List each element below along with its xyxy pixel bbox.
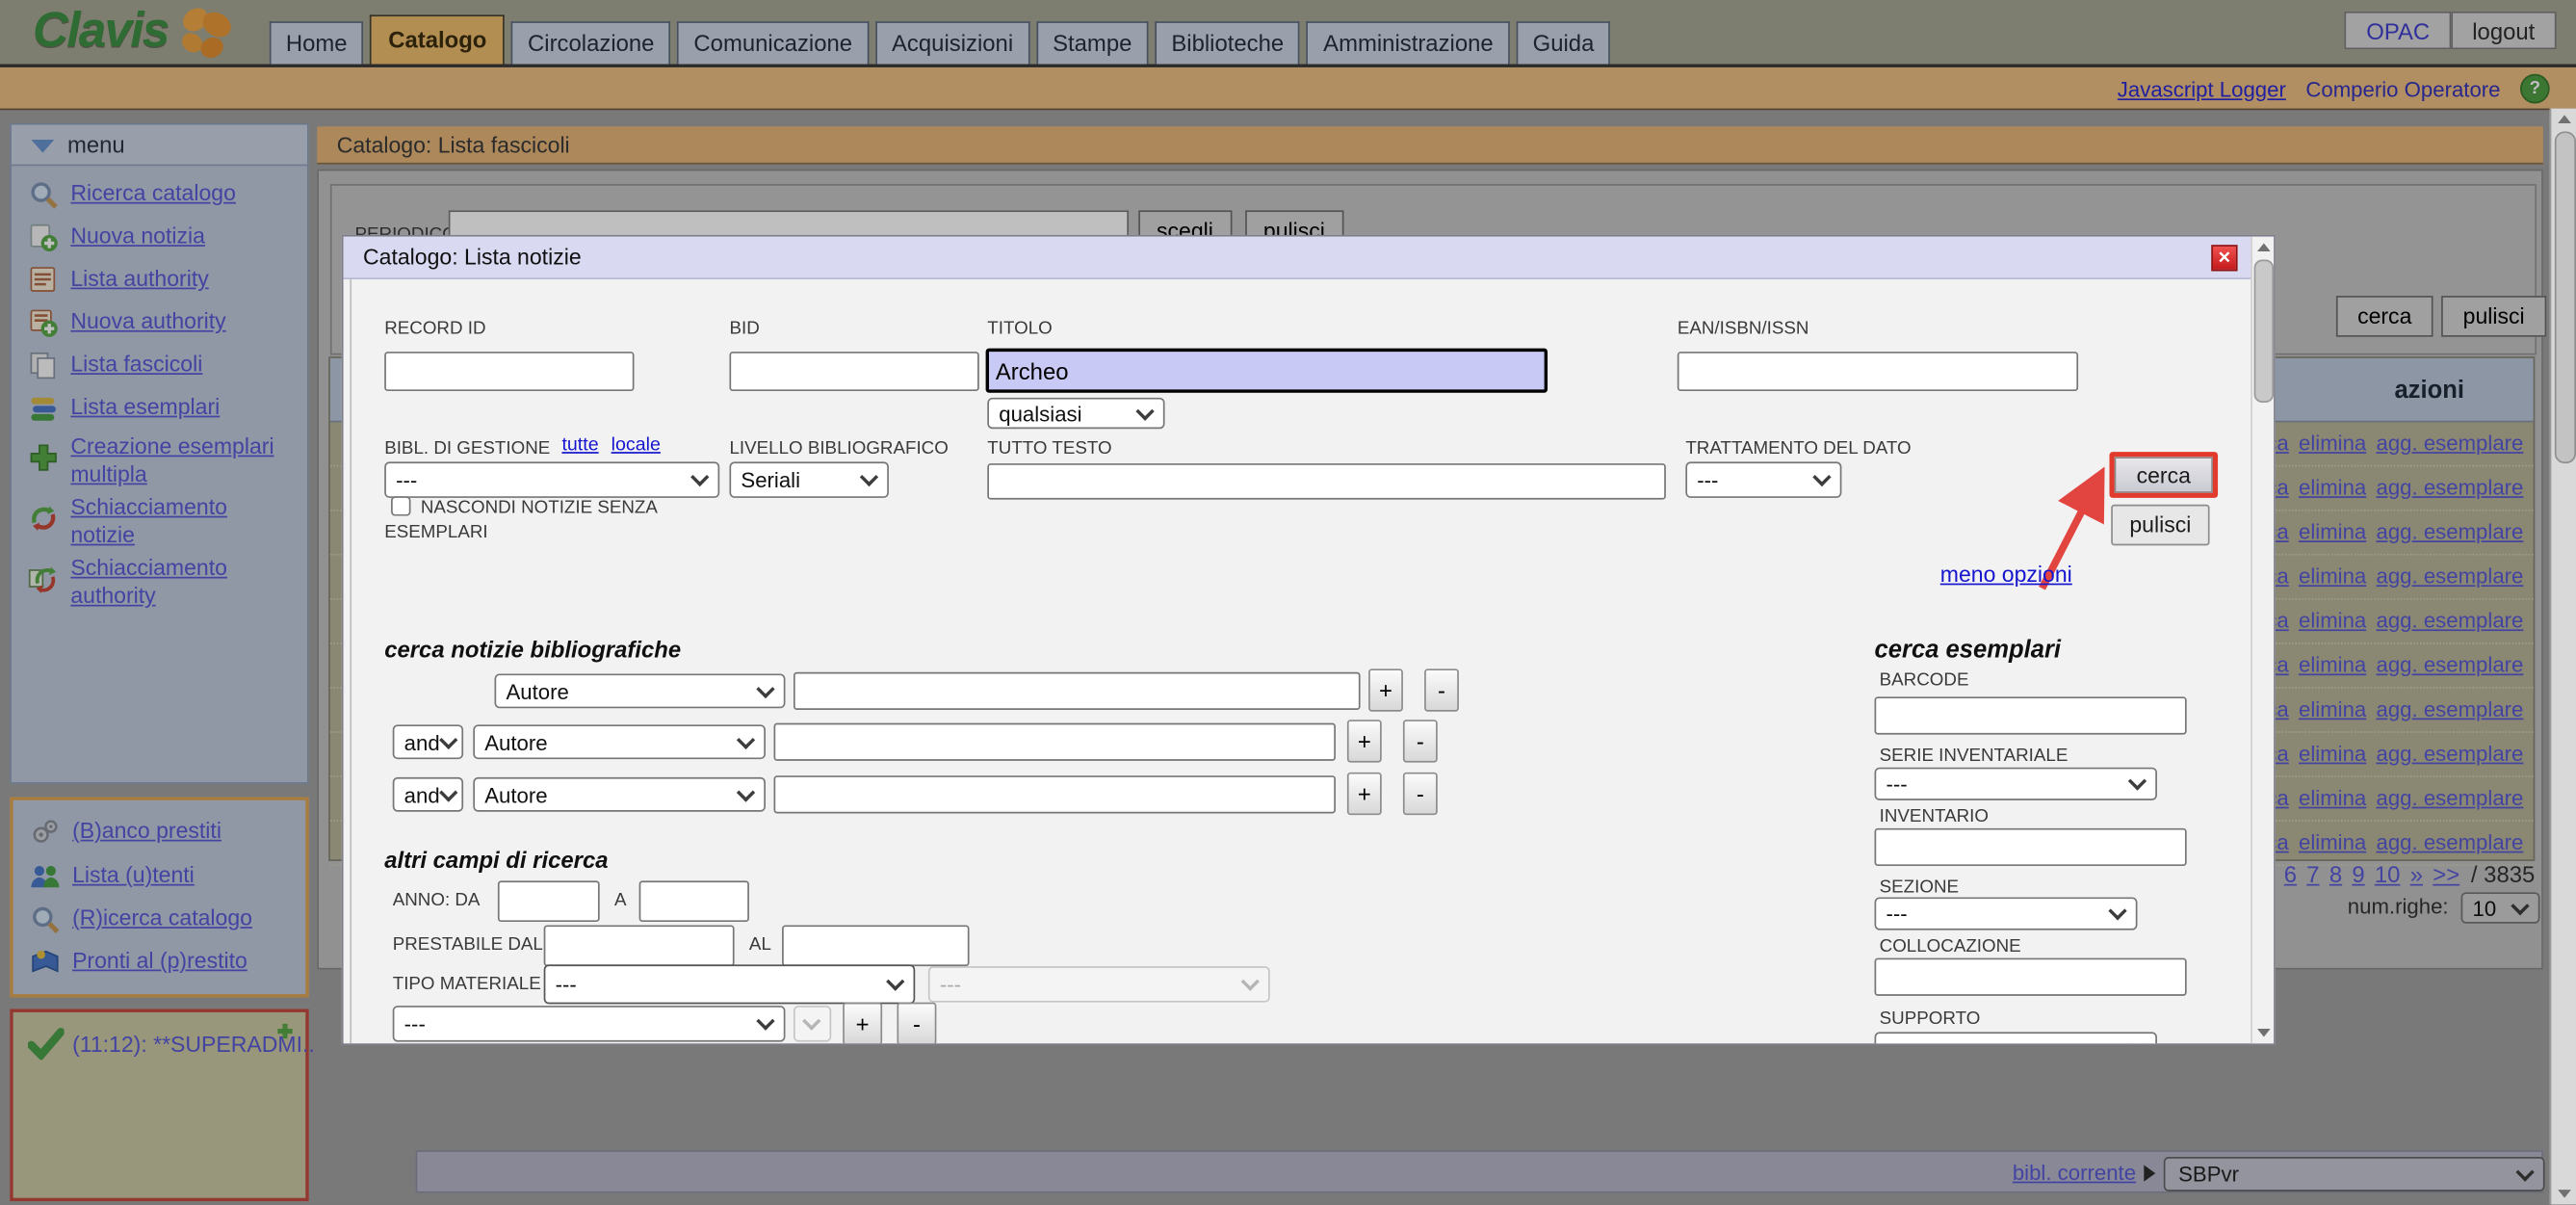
tutte-link[interactable]: tutte <box>561 435 598 455</box>
barcode-input[interactable] <box>1875 696 2187 734</box>
remove-row-button[interactable]: - <box>897 1003 936 1045</box>
tipo-materiale-label: TIPO MATERIALE <box>393 975 541 994</box>
chevron-down-icon <box>737 730 755 748</box>
collocazione-input[interactable] <box>1875 958 2187 996</box>
dialog-title: Catalogo: Lista notizie <box>363 245 582 270</box>
remove-row-button[interactable]: - <box>1424 668 1459 711</box>
campo-input[interactable] <box>774 775 1336 813</box>
chevron-down-icon <box>756 1011 774 1030</box>
bid-input[interactable] <box>729 352 978 391</box>
bibl-gestione-select[interactable]: --- <box>384 461 719 498</box>
section-notizie-heading: cerca notizie bibliografiche <box>384 636 681 662</box>
record-id-input[interactable] <box>384 352 634 391</box>
lista-notizie-dialog: Catalogo: Lista notizie ✕ RECORD ID BID … <box>342 235 2276 1045</box>
chevron-down-icon <box>1812 468 1831 486</box>
tutto-testo-input[interactable] <box>987 463 1666 500</box>
livello-label: LIVELLO BIBLIOGRAFICO <box>729 438 948 458</box>
chevron-down-icon <box>2128 772 2147 790</box>
tipo-materiale-sub-select: --- <box>928 966 1270 1003</box>
anno-a-input[interactable] <box>639 880 749 922</box>
collocazione-label: COLLOCAZIONE <box>1880 936 2021 956</box>
campo-select[interactable]: Autore <box>473 777 766 812</box>
inventario-label: INVENTARIO <box>1880 807 1989 826</box>
dialog-titlebar[interactable]: Catalogo: Lista notizie <box>344 237 2275 279</box>
sezione-select[interactable]: --- <box>1875 897 2138 930</box>
supporto-select[interactable]: --- <box>1875 1032 2157 1045</box>
chevron-down-icon <box>886 973 904 991</box>
barcode-label: BARCODE <box>1880 670 1969 690</box>
serie-inventariale-label: SERIE INVENTARIALE <box>1880 747 2069 766</box>
dialog-vertical-scrollbar[interactable] <box>2251 237 2274 1044</box>
operator-select[interactable]: and <box>393 724 463 759</box>
section-altri-heading: altri campi di ricerca <box>384 847 608 873</box>
scrollbar-thumb[interactable] <box>2555 131 2576 463</box>
scroll-up-icon[interactable] <box>2257 243 2271 251</box>
titolo-input[interactable] <box>986 349 1548 393</box>
campo-select[interactable]: Autore <box>495 673 786 708</box>
locale-link[interactable]: locale <box>611 435 661 455</box>
prestabile-al-label: AL <box>749 935 771 955</box>
add-row-button[interactable]: + <box>1347 773 1382 815</box>
campo-select[interactable]: Autore <box>473 724 766 759</box>
chevron-down-icon <box>737 782 755 800</box>
titolo-match-select[interactable]: qualsiasi <box>987 398 1164 429</box>
meno-opzioni-link[interactable]: meno opzioni <box>1940 562 2072 587</box>
nascondi-label: NASCONDI NOTIZIE SENZA ESEMPLARI <box>384 498 657 542</box>
chevron-down-icon <box>439 782 457 800</box>
chevron-down-icon <box>756 679 774 697</box>
anno-da-input[interactable] <box>498 880 600 922</box>
inventario-input[interactable] <box>1875 828 2187 866</box>
prestabile-al-input[interactable] <box>782 925 969 966</box>
tutto-testo-label: TUTTO TESTO <box>987 438 1111 458</box>
chevron-down-icon <box>439 730 457 748</box>
page-vertical-scrollbar[interactable] <box>2550 109 2576 1205</box>
ean-input[interactable] <box>1678 352 2078 391</box>
campo-input[interactable] <box>794 672 1361 710</box>
chevron-down-icon <box>802 1011 820 1030</box>
scroll-down-icon[interactable] <box>2257 1029 2271 1037</box>
ean-label: EAN/ISBN/ISSN <box>1678 319 1809 338</box>
nascondi-checkbox[interactable] <box>391 496 410 515</box>
operator-select[interactable]: and <box>393 777 463 812</box>
chevron-down-icon <box>860 468 878 486</box>
serie-inventariale-select[interactable]: --- <box>1875 768 2157 800</box>
nascondi-wrap: NASCONDI NOTIZIE SENZA ESEMPLARI <box>384 496 683 545</box>
extra-field-select[interactable]: --- <box>393 1006 786 1042</box>
scrollbar-thumb[interactable] <box>2254 260 2274 403</box>
titolo-label: TITOLO <box>987 319 1052 338</box>
chevron-down-icon <box>690 468 709 486</box>
chevron-down-icon <box>1135 402 1154 420</box>
chevron-down-icon <box>1241 973 1260 991</box>
add-row-button[interactable]: + <box>1368 668 1403 711</box>
trattamento-select[interactable]: --- <box>1685 461 1841 498</box>
tipo-materiale-select[interactable]: --- <box>544 964 916 1004</box>
bibl-gestione-label: BIBL. DI GESTIONE <box>384 438 550 458</box>
anno-a-label: A <box>614 891 627 910</box>
prestabile-dal-input[interactable] <box>544 925 735 966</box>
scroll-up-icon[interactable] <box>2558 115 2571 123</box>
prestabile-dal-label: PRESTABILE DAL <box>393 935 543 955</box>
scroll-down-icon[interactable] <box>2558 1190 2571 1198</box>
anno-da-label: ANNO: DA <box>393 891 481 910</box>
bid-label: BID <box>729 319 759 338</box>
application-window: Clavis Home Catalogo Circolazione Comuni… <box>0 0 2576 1204</box>
add-row-button[interactable]: + <box>1347 720 1382 762</box>
section-esemplari-heading: cerca esemplari <box>1875 636 2061 664</box>
remove-row-button[interactable]: - <box>1403 773 1438 815</box>
sezione-label: SEZIONE <box>1880 878 1959 897</box>
add-row-button[interactable]: + <box>843 1003 882 1045</box>
campo-input[interactable] <box>774 723 1336 761</box>
record-id-label: RECORD ID <box>384 319 485 338</box>
close-icon[interactable]: ✕ <box>2211 245 2237 271</box>
inner-frame-border <box>350 279 351 1043</box>
extra-sub-select <box>794 1006 831 1042</box>
chevron-down-icon <box>2128 1036 2147 1045</box>
trattamento-label: TRATTAMENTO DEL DATO <box>1685 438 1911 458</box>
supporto-label: SUPPORTO <box>1880 1009 1981 1028</box>
remove-row-button[interactable]: - <box>1403 720 1438 762</box>
chevron-down-icon <box>2108 902 2126 920</box>
livello-select[interactable]: Seriali <box>729 461 888 498</box>
